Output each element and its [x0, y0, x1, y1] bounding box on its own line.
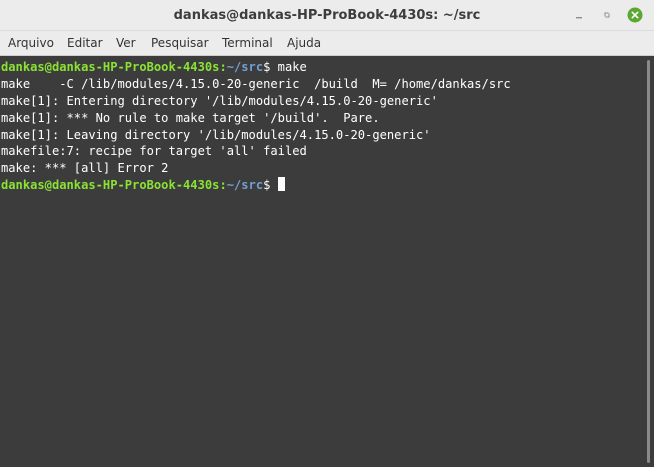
menu-terminal[interactable]: Terminal — [222, 31, 273, 55]
prompt-colon: : — [219, 178, 227, 193]
menu-pesquisar[interactable]: Pesquisar — [151, 31, 209, 55]
output-line: make[1]: Leaving directory '/lib/modules… — [1, 127, 431, 142]
menu-ver[interactable]: Ver — [116, 31, 136, 55]
output-line: make -C /lib/modules/4.15.0-20-generic /… — [1, 76, 511, 91]
prompt-line-1: dankas@dankas-HP-ProBook-4430s:~/src$ ma… — [0, 59, 643, 76]
terminal-window: dankas@dankas-HP-ProBook-4430s: ~/src Ar… — [0, 0, 654, 467]
command-text: make — [270, 60, 307, 74]
terminal-area[interactable]: dankas@dankas-HP-ProBook-4430s:~/src$ ma… — [0, 56, 643, 467]
output-line: make: *** [all] Error 2 — [1, 161, 169, 176]
text-cursor — [277, 177, 285, 192]
prompt-path: ~/src — [226, 60, 264, 74]
scrollbar-thumb[interactable] — [647, 60, 650, 463]
terminal-scrollbar[interactable] — [643, 56, 654, 467]
minimize-icon — [576, 17, 582, 19]
menu-ajuda[interactable]: Ajuda — [287, 31, 321, 55]
close-button[interactable] — [627, 7, 643, 23]
output-line: make[1]: Entering directory '/lib/module… — [1, 93, 438, 108]
output-line: makefile:7: recipe for target 'all' fail… — [1, 144, 307, 159]
prompt-symbol: $ — [263, 178, 278, 193]
output-line: make[1]: *** No rule to make target '/bu… — [1, 110, 380, 125]
window-title: dankas@dankas-HP-ProBook-4430s: ~/src — [173, 8, 481, 23]
prompt-user-host: dankas@dankas-HP-ProBook-4430s — [1, 178, 220, 193]
maximize-icon — [604, 12, 610, 18]
minimize-button[interactable] — [571, 7, 587, 23]
close-icon — [627, 7, 643, 23]
prompt-line-2: dankas@dankas-HP-ProBook-4430s:~/src$ — [0, 177, 643, 194]
menu-arquivo[interactable]: Arquivo — [8, 31, 54, 55]
menu-bar: Arquivo Editar Ver Pesquisar Terminal Aj… — [0, 31, 654, 56]
title-bar[interactable]: dankas@dankas-HP-ProBook-4430s: ~/src — [0, 0, 654, 31]
maximize-button[interactable] — [599, 7, 615, 23]
prompt-colon: : — [219, 60, 227, 74]
prompt-path: ~/src — [226, 178, 264, 193]
prompt-user-host: dankas@dankas-HP-ProBook-4430s — [1, 60, 220, 74]
menu-editar[interactable]: Editar — [67, 31, 103, 55]
